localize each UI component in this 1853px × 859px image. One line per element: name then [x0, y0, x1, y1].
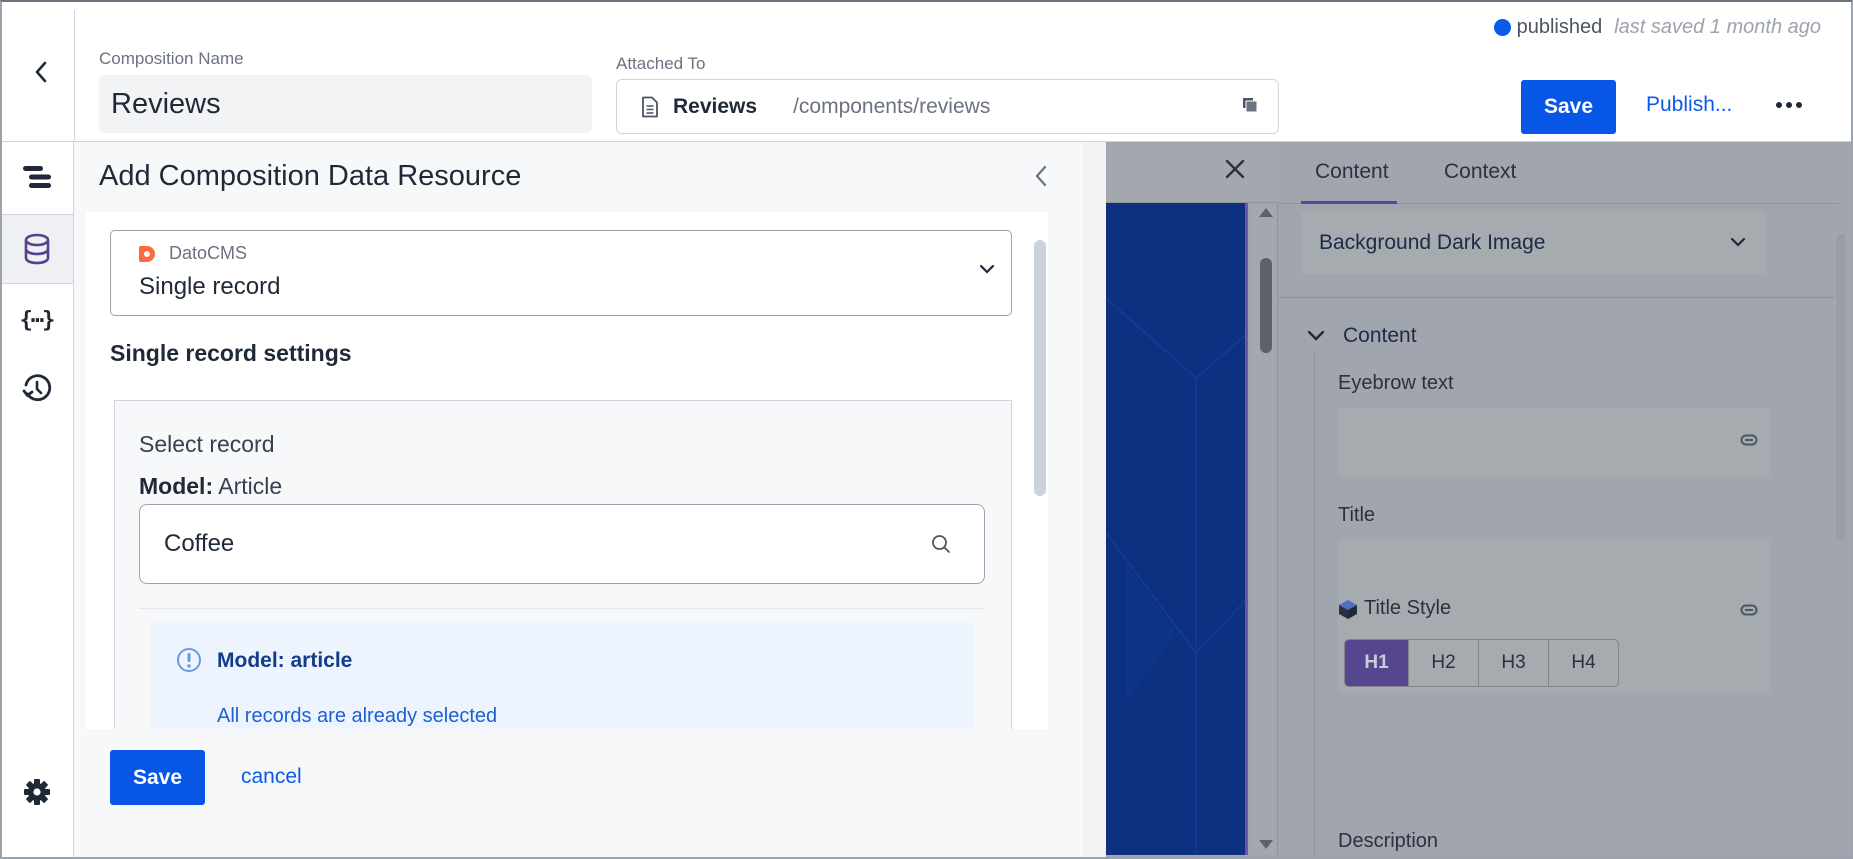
datocms-logo-icon [139, 245, 155, 262]
info-callout: Model: article All records are already s… [151, 621, 973, 729]
database-icon [24, 233, 49, 265]
title-style-control: H1 H2 H3 H4 [1338, 632, 1770, 692]
divider [139, 608, 985, 609]
info-text: All records are already selected [217, 705, 498, 727]
more-options-button[interactable] [1776, 95, 1806, 115]
drawer-footer: Save cancel [74, 729, 1083, 859]
status-text: published [1516, 16, 1603, 38]
workspace-gutter [1083, 142, 1106, 859]
structure-icon [22, 166, 51, 188]
preview-scroll-thumb[interactable] [1260, 258, 1272, 353]
preview-scrollbar[interactable] [1253, 203, 1278, 855]
data-type-value: Single record [139, 273, 281, 300]
props-divider [1279, 297, 1839, 298]
scroll-up-arrow-icon[interactable] [1259, 208, 1273, 217]
component-preview[interactable] [1106, 203, 1248, 855]
model-label: Model: [139, 473, 214, 499]
gear-icon [23, 779, 50, 805]
more-dot-icon [1776, 102, 1782, 108]
drawer-scrollbar[interactable] [1034, 240, 1046, 496]
props-tabs: Content Context [1279, 142, 1839, 204]
attached-to-path: /components/reviews [793, 94, 991, 118]
settings-button[interactable] [0, 757, 73, 827]
attached-to-name: Reviews [673, 94, 758, 118]
settings-section-title: Single record settings [110, 340, 352, 366]
group-guide-line [1314, 352, 1315, 859]
drawer-cancel-button[interactable]: cancel [241, 765, 302, 789]
source-provider: DatoCMS [139, 243, 247, 264]
chevron-left-icon [35, 61, 47, 83]
close-icon [1225, 159, 1245, 179]
title-style-h3[interactable]: H3 [1478, 640, 1548, 686]
variant-value: Background Dark Image [1319, 231, 1546, 254]
rail-item-history[interactable] [0, 354, 73, 424]
record-search-input[interactable] [139, 504, 985, 584]
rail-item-structure[interactable] [0, 142, 73, 212]
back-button[interactable] [26, 55, 56, 89]
eyebrow-label: Eyebrow text [1338, 372, 1454, 394]
composition-name-label: Composition Name [99, 49, 244, 68]
braces-icon: {⋯} [19, 307, 56, 333]
status-dot-icon [1493, 19, 1511, 36]
chevron-left-icon [1035, 165, 1047, 187]
more-dot-icon [1796, 102, 1802, 108]
design-token-icon [1339, 600, 1357, 619]
props-scrollbar[interactable] [1835, 232, 1847, 542]
header-save-button[interactable]: Save [1521, 80, 1616, 134]
attached-to-label: Attached To [616, 54, 706, 73]
document-icon [642, 96, 658, 117]
last-saved-text: last saved 1 month ago [1614, 16, 1821, 38]
select-record-label: Select record [139, 431, 275, 457]
title-style-h4[interactable]: H4 [1548, 640, 1618, 686]
attached-to-field[interactable]: Reviews /components/reviews [616, 79, 1279, 134]
drawer-save-button[interactable]: Save [110, 750, 205, 805]
link-icon[interactable] [1740, 604, 1758, 616]
title-style-h2[interactable]: H2 [1408, 640, 1478, 686]
add-data-resource-drawer: Add Composition Data Resource DatoCMS Si… [74, 142, 1083, 859]
scroll-down-arrow-icon[interactable] [1259, 840, 1273, 849]
title-label: Title [1338, 504, 1376, 526]
more-dot-icon [1786, 102, 1792, 108]
properties-panel: Content Context Background Dark Image Co… [1279, 142, 1853, 859]
history-icon [22, 374, 51, 402]
rail-item-parameters[interactable]: {⋯} [0, 285, 73, 355]
description-label: Description [1338, 830, 1439, 852]
drawer-title: Add Composition Data Resource [99, 160, 522, 192]
info-title: Model: article [217, 649, 353, 672]
publish-status: published last saved 1 month ago [1493, 16, 1821, 39]
tab-content[interactable]: Content [1315, 160, 1389, 184]
chevron-down-icon [979, 264, 995, 274]
title-style-label: Title Style [1364, 597, 1452, 619]
title-style-h1[interactable]: H1 [1345, 640, 1408, 686]
rail-item-data-resources[interactable] [0, 214, 73, 284]
header-divider [74, 10, 75, 142]
composition-name-input[interactable] [99, 75, 592, 133]
title-style-segmented: H1 H2 H3 H4 [1344, 639, 1619, 687]
info-icon [177, 648, 201, 672]
preview-background-pattern [1106, 297, 1245, 855]
chevron-down-icon [1730, 237, 1746, 247]
collapse-drawer-button[interactable] [1034, 164, 1048, 193]
model-value: Article [218, 473, 283, 499]
data-type-select[interactable]: DatoCMS Single record [110, 230, 1012, 316]
link-icon[interactable] [1740, 434, 1758, 446]
active-tab-indicator [1301, 201, 1397, 204]
record-settings-box: Select record Model: Article Model: arti… [114, 400, 1012, 729]
close-preview-button[interactable] [1224, 158, 1246, 185]
top-header: Composition Name Attached To Reviews /co… [0, 0, 1853, 142]
eyebrow-input[interactable] [1338, 408, 1770, 476]
content-group-toggle[interactable]: Content [1307, 324, 1417, 348]
chevron-down-icon [1307, 330, 1325, 341]
drawer-body: DatoCMS Single record Single record sett… [86, 212, 1048, 729]
canvas-toolbar [1106, 142, 1278, 203]
tab-context[interactable]: Context [1444, 160, 1516, 184]
search-icon[interactable] [931, 534, 951, 554]
provider-name: DatoCMS [169, 243, 248, 263]
variant-select[interactable]: Background Dark Image [1301, 212, 1766, 274]
content-group-label: Content [1343, 324, 1417, 347]
publish-button[interactable]: Publish... [1646, 93, 1732, 117]
model-line: Model: Article [139, 473, 282, 500]
copy-icon[interactable] [1242, 97, 1258, 118]
left-rail: {⋯} [0, 142, 74, 859]
